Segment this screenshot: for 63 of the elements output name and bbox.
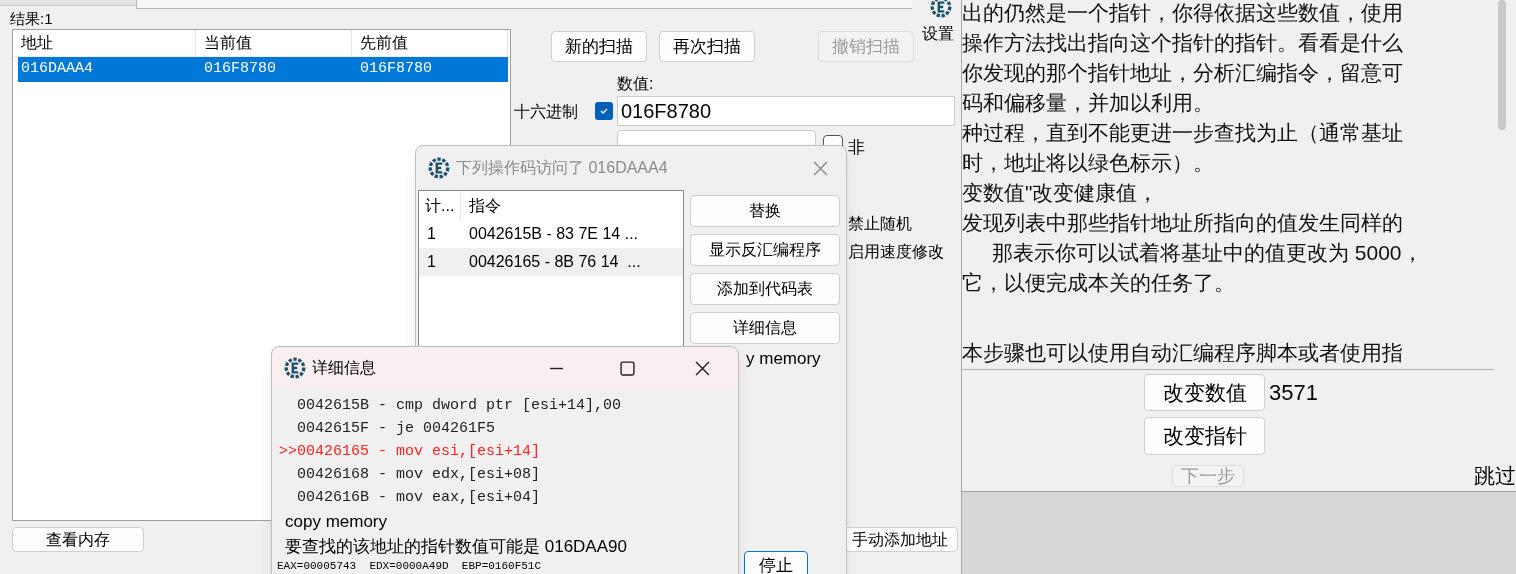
- value-label: 数值:: [617, 74, 654, 94]
- check-icon: [599, 106, 609, 116]
- column-header[interactable]: 先前值: [352, 30, 508, 56]
- scan-button[interactable]: 再次扫描: [659, 31, 755, 62]
- hex-checkbox[interactable]: [595, 102, 613, 120]
- copy-memory-text: copy memory: [284, 511, 389, 533]
- not-label: 非: [848, 137, 865, 159]
- window-title: 详细信息: [312, 358, 376, 378]
- instruction-row[interactable]: 1 0042615B - 83 7E 14 ...: [419, 220, 683, 248]
- instruction-row[interactable]: 1 00426165 - 8B 76 14 ...: [419, 248, 683, 276]
- code-line: 0042615F - je 004261F5: [296, 419, 497, 440]
- code-line: 0042616B - mov eax,[esi+04]: [296, 488, 542, 509]
- table-cell-text: 016F8780: [359, 59, 433, 80]
- registers-text: EAX=00005743 EDX=0000A49D EBP=0160F51C: [276, 560, 543, 573]
- change-pointer-button[interactable]: 改变指针: [1144, 417, 1265, 455]
- view-memory-button[interactable]: 查看内存: [12, 527, 144, 552]
- stop-button[interactable]: 停止: [744, 551, 808, 574]
- table-cell-text: 016DAAA4: [20, 59, 94, 80]
- pointer-note-text: 要查找的该地址的指针数值可能是 016DAA90: [284, 536, 628, 558]
- result-row[interactable]: 016DAAA4 016F8780 016F8780: [18, 57, 508, 82]
- column-header[interactable]: 指令: [461, 191, 501, 220]
- value-input[interactable]: 016F8780: [617, 96, 955, 126]
- tutorial-text-line: 它，以便完成本关的任务了。: [962, 270, 1235, 296]
- value-text: 3571: [1269, 379, 1318, 407]
- tutorial-text-line: 操作方法找出指向这个指针的指针。看看是什么: [962, 30, 1403, 56]
- tutorial-text-line: 发现列表中那些指针地址所指向的值发生同样的: [962, 210, 1403, 236]
- tutorial-text-line: 那表示你可以试着将基址中的值更改为 5000，: [992, 240, 1423, 266]
- dialog-title: 下列操作码访问了 016DAAA4: [456, 158, 668, 178]
- dialog-button[interactable]: 替换: [690, 195, 840, 227]
- count-cell-text: 1: [426, 224, 437, 244]
- column-header[interactable]: 计...: [419, 191, 461, 220]
- code-line: 00426168 - mov edx,[esi+08]: [296, 465, 542, 486]
- change-value-button[interactable]: 改变数值: [1144, 374, 1265, 411]
- instruction-cell-text: 00426165 - 8B 76 14 ...: [468, 252, 641, 272]
- tutorial-text-line: 本步骤也可以使用自动汇编程序脚本或者使用指: [962, 340, 1403, 366]
- tutorial-text-line: 码和偏移量，并加以利用。: [962, 90, 1214, 116]
- maximize-icon[interactable]: [620, 360, 635, 376]
- tutorial-text-line: 时，地址将以绿色标示）。: [962, 150, 1214, 176]
- tutorial-text-line: 种过程，直到不能更进一步查找为止（通常基址: [962, 120, 1403, 146]
- close-icon[interactable]: [695, 360, 710, 376]
- hex-label: 十六进制: [514, 102, 578, 122]
- result-count-text: 结果:1: [10, 9, 53, 29]
- table-cell-text: 016F8780: [203, 59, 277, 80]
- tutorial-text-line: 你发现的那个指针地址，分析汇编指令，留意可: [962, 60, 1403, 86]
- count-cell-text: 1: [426, 252, 437, 272]
- option-label: 启用速度修改: [848, 242, 944, 262]
- dialog-button[interactable]: 详细信息: [690, 312, 840, 344]
- code-line: 0042615B - cmp dword ptr [esi+14],00: [296, 396, 623, 417]
- gear-logo-icon: [284, 357, 306, 379]
- tutorial-text-line: 变数值"改变健康值，: [962, 180, 1159, 206]
- skip-text[interactable]: 跳过: [1474, 460, 1516, 492]
- dialog-button[interactable]: 显示反汇编程序: [690, 234, 840, 266]
- dialog-button[interactable]: 添加到代码表: [690, 273, 840, 305]
- scan-button[interactable]: 新的扫描: [551, 31, 647, 62]
- instruction-cell-text: 0042615B - 83 7E 14 ...: [468, 224, 638, 244]
- settings-label[interactable]: 设置: [922, 22, 954, 46]
- code-line: >>00426165 - mov esi,[esi+14]: [278, 442, 542, 463]
- gear-logo-icon: [428, 157, 450, 179]
- copy-memory-text: y memory: [746, 348, 821, 370]
- column-header[interactable]: 当前值: [196, 30, 352, 56]
- option-label: 禁止随机: [848, 214, 912, 234]
- column-header[interactable]: 地址: [13, 30, 196, 56]
- tutorial-text-line: 出的仍然是一个指针，你得依据这些数值，使用: [962, 0, 1403, 26]
